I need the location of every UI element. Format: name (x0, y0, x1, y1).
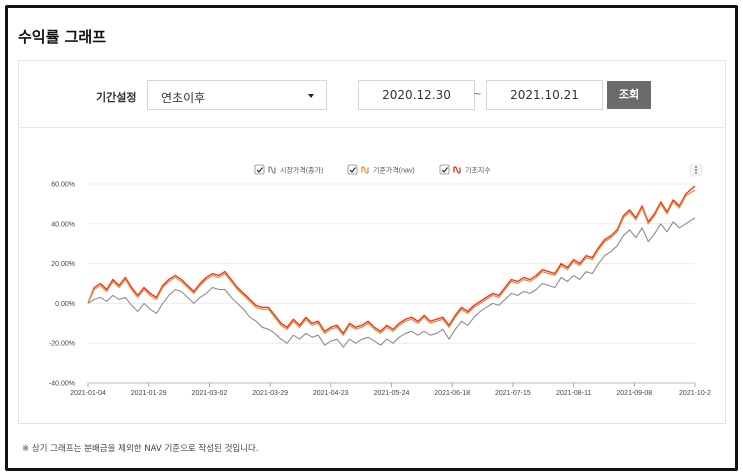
period-select-value: 연초이후 (161, 91, 206, 105)
series-line-0 (87, 185, 696, 334)
period-label: 기간설정 (96, 91, 137, 104)
x-tick-label: 2021-06-18 (434, 390, 470, 397)
y-tick-label: 60.00% (51, 182, 75, 189)
search-button[interactable]: 조회 (607, 81, 651, 109)
x-tick-label: 2021-09-08 (616, 390, 652, 397)
footnote: ※ 상기 그래프는 분배금을 제외한 NAV 기준으로 작성된 것입니다. (22, 444, 259, 454)
legend-label: 시장가격(종가) (280, 166, 323, 175)
x-tick-label: 2021-03-02 (191, 390, 227, 397)
series-line-icon (361, 166, 369, 174)
y-tick-label: 0.00% (55, 301, 75, 308)
y-tick-label: -20.00% (49, 341, 75, 348)
series-lines (87, 185, 696, 348)
checkbox-icon (347, 164, 358, 175)
y-tick-label: -40.00% (49, 381, 75, 388)
legend-item[interactable]: 기초지수 (439, 164, 491, 175)
date-to-input[interactable]: 2021.10.21 (486, 80, 603, 110)
chart-legend: 시장가격(종가) 기준가격(nav) 기초지수 (254, 164, 491, 175)
chart-panel: 기간설정 연초이후 2020.12.30 ~ 2021.10.21 조회 -40… (18, 60, 726, 424)
x-tick-label: 2021-01-29 (131, 390, 167, 397)
x-tick-label: 2021-05-24 (374, 390, 410, 397)
x-tick-label: 2021-01-04 (70, 390, 106, 397)
x-tick-label: 2021-03-29 (252, 390, 288, 397)
section-title: 수익률 그래프 (18, 28, 107, 46)
legend-item[interactable]: 기준가격(nav) (347, 164, 415, 175)
x-axis-ticks: 2021-01-04 2021-01-29 2021-03-02 2021-03-29… (70, 383, 711, 397)
x-tick-label: 2021-04-23 (313, 390, 349, 397)
checkbox-icon (254, 164, 265, 175)
x-tick-label: 2021-08-11 (556, 390, 591, 397)
y-tick-label: 20.00% (51, 261, 75, 268)
y-tick-label: 40.00% (51, 221, 75, 228)
legend-item[interactable]: 시장가격(종가) (254, 164, 323, 175)
checkbox-icon (439, 164, 450, 175)
period-select[interactable]: 연초이후 (147, 80, 327, 110)
gridlines (88, 183, 695, 384)
x-tick-label: 2021-07-15 (495, 390, 531, 397)
x-tick-label: 2021-10-2 (679, 390, 711, 397)
chevron-down-icon (308, 94, 314, 98)
legend-label: 기준가격(nav) (373, 166, 415, 175)
legend-label: 기초지수 (465, 166, 491, 175)
series-line-icon (453, 166, 461, 174)
y-axis-ticks: -40.00% -20.00% 0.00% 20.00% 40.00% 60.00% (49, 182, 75, 388)
series-line-icon (268, 166, 276, 174)
chart-menu-icon[interactable] (689, 163, 703, 177)
return-line-chart: -40.00% -20.00% 0.00% 20.00% 40.00% 60.00% 20… (49, 163, 711, 397)
date-from-input[interactable]: 2020.12.30 (358, 80, 475, 110)
filter-row: 기간설정 연초이후 2020.12.30 ~ 2021.10.21 조회 (19, 61, 725, 128)
date-separator: ~ (474, 87, 482, 101)
series-line-1 (87, 189, 696, 336)
